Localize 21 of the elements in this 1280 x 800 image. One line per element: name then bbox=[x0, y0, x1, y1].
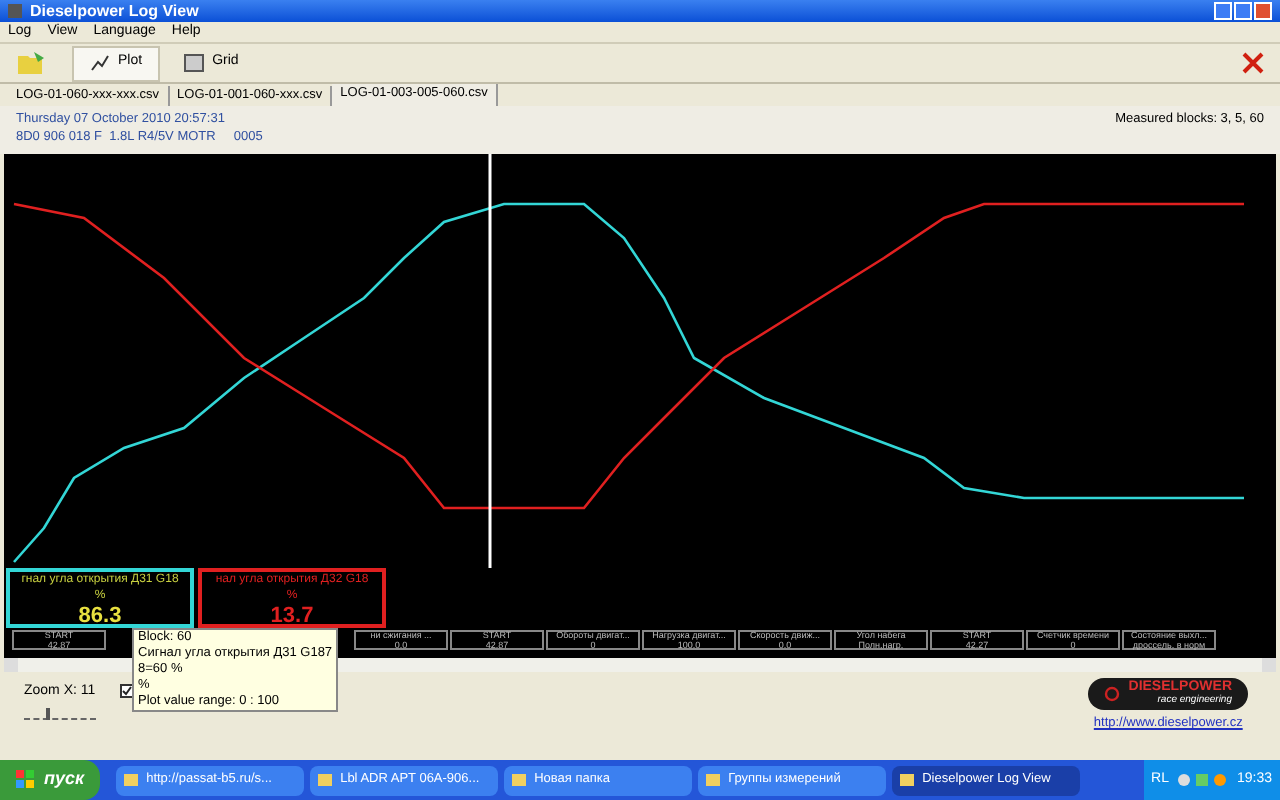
maximize-button[interactable] bbox=[1234, 2, 1252, 20]
tray-icons[interactable] bbox=[1176, 772, 1229, 788]
folder-icon bbox=[124, 774, 139, 786]
close-icon[interactable] bbox=[1242, 52, 1264, 74]
chart-icon bbox=[90, 54, 110, 72]
grid-icon bbox=[184, 54, 205, 72]
open-folder-icon[interactable] bbox=[16, 50, 48, 76]
zoom-slider[interactable] bbox=[24, 707, 96, 719]
window-title: Dieselpower Log View bbox=[30, 3, 199, 19]
minimize-button[interactable] bbox=[1214, 2, 1232, 20]
cursor-line[interactable] bbox=[488, 154, 492, 568]
folder-icon bbox=[706, 774, 721, 786]
close-button[interactable] bbox=[1254, 2, 1272, 20]
slider-thumb[interactable] bbox=[45, 707, 50, 719]
app-icon bbox=[8, 4, 22, 18]
folder-icon bbox=[318, 774, 333, 786]
windows-logo-icon bbox=[16, 770, 36, 790]
folder-icon bbox=[900, 774, 915, 786]
start-button[interactable]: пуск bbox=[0, 760, 101, 800]
folder-icon bbox=[512, 774, 527, 786]
checkmark-icon bbox=[122, 686, 132, 696]
